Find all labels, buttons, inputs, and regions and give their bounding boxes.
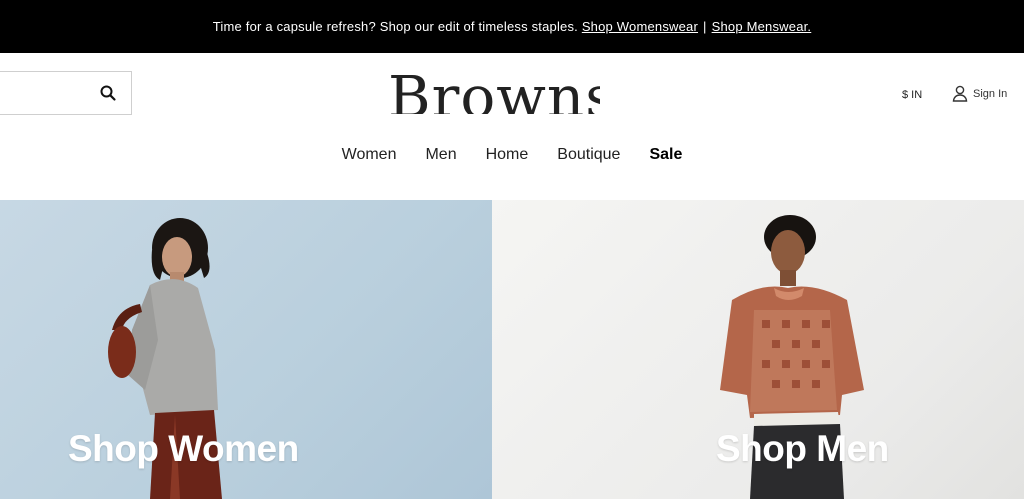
promo-text: Time for a capsule refresh? Shop our edi… [212,19,578,34]
sign-in-link[interactable]: Sign In [952,85,1007,102]
shop-menswear-link[interactable]: Shop Menswear. [712,19,812,34]
currency-selector[interactable]: $ IN [902,89,922,101]
nav-item-boutique[interactable]: Boutique [557,146,620,164]
nav-item-home[interactable]: Home [486,146,529,164]
site-header: Browns $ IN Sign In Women Men Home Bouti… [0,53,1024,200]
search-input[interactable] [0,72,88,114]
nav-item-sale[interactable]: Sale [649,146,682,164]
shop-women-label: Shop Women [68,428,299,469]
nav-item-men[interactable]: Men [425,146,456,164]
shop-men-label: Shop Men [716,428,889,469]
user-icon [952,85,968,102]
nav-item-women[interactable]: Women [342,146,397,164]
search-box [0,71,132,115]
promo-banner: Time for a capsule refresh? Shop our edi… [0,0,1024,53]
sign-in-label: Sign In [973,87,1008,100]
hero-section: Shop Women Shop Men [0,200,1024,499]
shop-womenswear-link[interactable]: Shop Womenswear [582,19,698,34]
shop-men-panel[interactable]: Shop Men [492,200,1024,499]
shop-women-panel[interactable]: Shop Women [0,200,492,499]
promo-separator: | [703,19,707,34]
site-logo[interactable]: Browns [384,66,600,114]
search-icon[interactable] [99,84,117,102]
main-nav: Women Men Home Boutique Sale [0,146,1024,164]
